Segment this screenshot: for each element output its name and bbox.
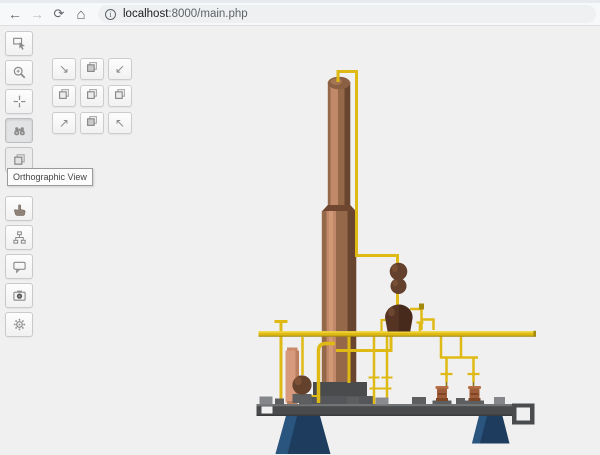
- distillation-column: [322, 77, 356, 383]
- focus-arrows-icon: [12, 94, 27, 109]
- hierarchy-icon: [12, 230, 27, 245]
- reflux-drum: [385, 305, 413, 332]
- viewpad-view-right[interactable]: [108, 85, 132, 107]
- tool-sidebar: [0, 26, 40, 455]
- hand-icon: [12, 201, 27, 216]
- cursor-select-icon: [12, 36, 27, 51]
- condenser-spheres: [390, 263, 408, 294]
- viewpad-view-iso-back-left[interactable]: ↖: [108, 112, 132, 134]
- sidebar-item-zoom[interactable]: [5, 60, 33, 85]
- back-icon[interactable]: [4, 4, 26, 24]
- sidebar-item-structure[interactable]: [5, 225, 33, 250]
- home-icon[interactable]: [70, 4, 92, 24]
- cube-filled-icon: [85, 114, 99, 133]
- viewpad-view-front[interactable]: [80, 85, 104, 107]
- binoculars-icon: [12, 123, 27, 138]
- browser-nav-buttons: [0, 4, 92, 24]
- ortho-cube-icon: [12, 152, 27, 167]
- viewpad-view-iso-front-right[interactable]: ↘: [52, 58, 76, 80]
- pipe-fitting: [419, 304, 424, 310]
- cube-filled-icon: [85, 60, 99, 79]
- cube-outline-icon: [113, 87, 127, 106]
- arrow-up-right-icon: ↗: [59, 114, 69, 132]
- sidebar-item-focus[interactable]: [5, 89, 33, 114]
- tooltip-orthographic-view: Orthographic View: [7, 168, 93, 186]
- cube-outline-icon: [85, 87, 99, 106]
- forward-icon: [26, 4, 48, 24]
- cube-outline-icon: [57, 87, 71, 106]
- sidebar-item-grab[interactable]: [5, 196, 33, 221]
- arrow-down-right-icon: ↘: [59, 60, 69, 78]
- sidebar-item-snapshot[interactable]: [5, 283, 33, 308]
- gear-icon: [12, 317, 27, 332]
- arrow-down-left-icon: ↙: [115, 60, 125, 78]
- url-host: localhost: [123, 8, 168, 20]
- arrow-up-left-icon: ↖: [115, 114, 125, 132]
- url-text[interactable]: localhost:8000/main.php: [123, 8, 248, 20]
- viewpad-view-top[interactable]: [80, 58, 104, 80]
- browser-toolbar: localhost:8000/main.php: [0, 3, 600, 26]
- magnifier-icon: [12, 65, 27, 80]
- page-info-icon[interactable]: [105, 9, 116, 20]
- viewpad-view-iso-back-right[interactable]: ↗: [52, 112, 76, 134]
- pump-2: [465, 386, 484, 407]
- speech-bubble-icon: [12, 259, 27, 274]
- viewpad-view-iso-front-left[interactable]: ↙: [108, 58, 132, 80]
- column-base: [305, 382, 375, 404]
- process-piping: [259, 72, 536, 405]
- reload-icon[interactable]: [48, 4, 70, 24]
- pump-1: [433, 386, 452, 407]
- viewpad-view-left[interactable]: [52, 85, 76, 107]
- pipe-end-cap: [534, 331, 537, 337]
- sidebar-item-search[interactable]: [5, 118, 33, 143]
- sidebar-item-comment[interactable]: [5, 254, 33, 279]
- viewpad-view-bottom[interactable]: [80, 112, 104, 134]
- address-bar[interactable]: localhost:8000/main.php: [98, 5, 596, 23]
- sidebar-item-select[interactable]: [5, 31, 33, 56]
- support-legs: [276, 416, 510, 454]
- camera-icon: [12, 288, 27, 303]
- sidebar-item-settings[interactable]: [5, 312, 33, 337]
- url-path: :8000/main.php: [168, 8, 247, 20]
